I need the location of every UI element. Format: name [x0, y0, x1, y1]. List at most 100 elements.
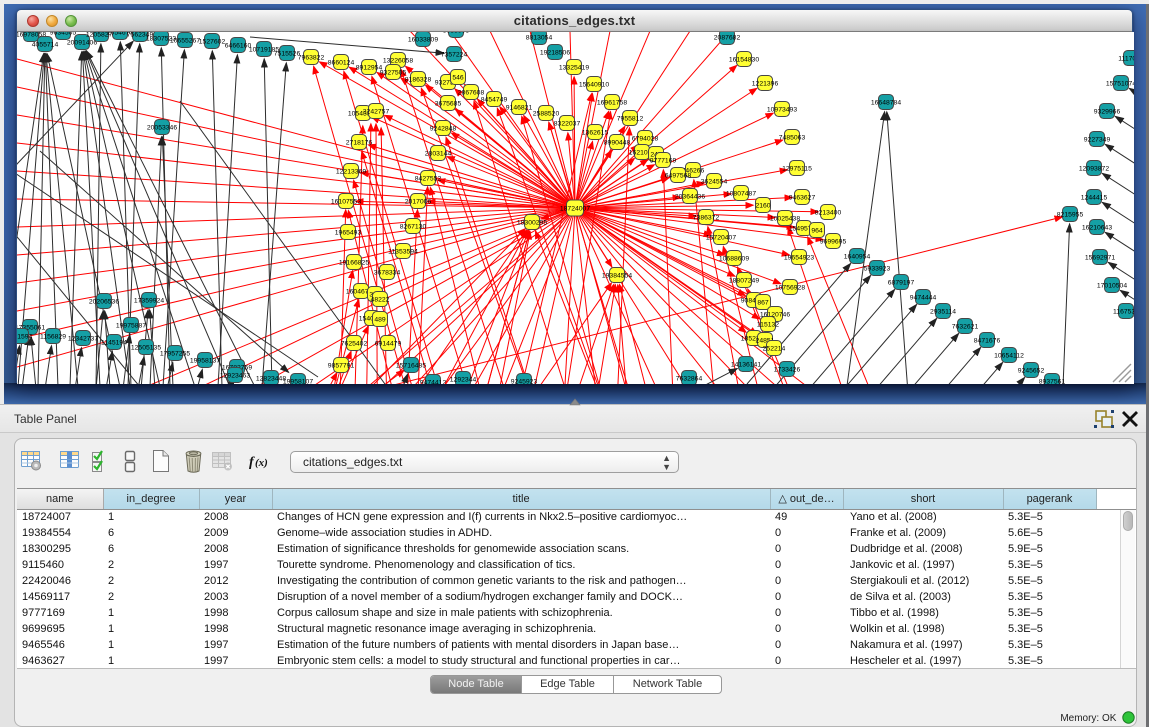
svg-text:(x): (x): [255, 457, 268, 469]
svg-text:20206536: 20206536: [89, 298, 119, 305]
svg-text:15716485: 15716485: [396, 362, 426, 369]
svg-text:9227349: 9227349: [1084, 136, 1111, 143]
svg-text:7632864: 7632864: [676, 375, 703, 382]
svg-text:12823448: 12823448: [256, 375, 286, 382]
svg-text:1640954: 1640954: [844, 253, 871, 260]
svg-text:8215955: 8215955: [1057, 211, 1084, 218]
svg-text:18300295: 18300295: [517, 219, 547, 226]
svg-text:2718176: 2718176: [346, 139, 373, 146]
svg-text:8912954: 8912954: [356, 64, 383, 71]
svg-text:9146821: 9146821: [506, 104, 533, 111]
svg-text:1145194: 1145194: [101, 339, 127, 346]
svg-text:20091406: 20091406: [67, 39, 97, 46]
svg-text:7485063: 7485063: [779, 134, 806, 141]
svg-text:8186328: 8186328: [405, 76, 432, 83]
svg-text:9245923: 9245923: [511, 378, 538, 384]
svg-text:12342737: 12342737: [68, 335, 98, 342]
svg-text:10654112: 10654112: [994, 352, 1024, 359]
svg-text:5933923: 5933923: [864, 265, 891, 272]
svg-text:19218506: 19218506: [540, 49, 570, 56]
svg-text:10655267: 10655267: [170, 37, 200, 44]
svg-text:20364436: 20364436: [675, 193, 705, 200]
svg-text:2867608: 2867608: [458, 89, 485, 96]
svg-text:15720407: 15720407: [706, 234, 736, 241]
svg-text:48222: 48222: [371, 296, 390, 303]
svg-text:19384554: 19384554: [602, 272, 632, 279]
svg-text:964: 964: [811, 227, 823, 234]
svg-text:9699695: 9699695: [820, 238, 847, 245]
svg-text:6794028: 6794028: [632, 135, 659, 142]
svg-text:1117094: 1117094: [1118, 55, 1134, 62]
svg-text:7515526: 7515526: [274, 50, 301, 57]
svg-text:17359924: 17359924: [134, 297, 164, 304]
svg-text:13226058: 13226058: [383, 57, 413, 64]
svg-text:6497568: 6497568: [665, 172, 692, 179]
svg-text:2242757: 2242757: [363, 108, 390, 115]
svg-text:1733426: 1733426: [774, 366, 801, 373]
svg-text:19975887: 19975887: [116, 322, 146, 329]
svg-text:546: 546: [452, 74, 464, 81]
svg-text:15692971: 15692971: [1085, 254, 1115, 261]
svg-text:11353594: 11353594: [388, 248, 418, 255]
svg-text:115132: 115132: [757, 321, 779, 328]
svg-text:9777169: 9777169: [650, 157, 677, 164]
svg-text:1965493: 1965493: [335, 229, 362, 236]
svg-text:7625402: 7625402: [341, 340, 368, 347]
svg-text:10688609: 10688609: [719, 255, 749, 262]
svg-text:6914479: 6914479: [375, 340, 402, 347]
svg-text:17957255: 17957255: [160, 350, 190, 357]
svg-text:7632621: 7632621: [952, 323, 979, 330]
svg-text:13325419: 13325419: [559, 64, 589, 71]
svg-text:1156829: 1156829: [40, 333, 66, 340]
svg-text:1244415: 1244415: [1081, 194, 1108, 201]
svg-text:15640910: 15640910: [579, 81, 609, 88]
svg-text:2588520: 2588520: [533, 110, 560, 117]
svg-text:3678334: 3678334: [374, 269, 401, 276]
svg-text:9474444: 9474444: [910, 294, 937, 301]
svg-text:9474412: 9474412: [420, 379, 447, 384]
svg-text:6466160: 6466160: [225, 42, 252, 49]
svg-text:489: 489: [374, 316, 386, 323]
svg-text:12213369: 12213369: [336, 168, 366, 175]
svg-text:3675685: 3675685: [435, 100, 462, 107]
svg-text:9242848: 9242848: [430, 125, 457, 132]
svg-text:16107553: 16107553: [331, 198, 361, 205]
svg-text:9634505: 9634505: [50, 32, 77, 36]
svg-text:8937561: 8937561: [1039, 378, 1066, 384]
svg-text:12923463: 12923463: [220, 372, 250, 379]
svg-text:1167534: 1167534: [1113, 308, 1134, 315]
svg-text:10756928: 10756928: [775, 284, 805, 291]
svg-text:867: 867: [757, 299, 769, 306]
svg-text:20053346: 20053346: [147, 124, 177, 131]
svg-text:9463627: 9463627: [789, 194, 816, 201]
svg-text:8267130: 8267130: [400, 223, 427, 230]
svg-text:12975115: 12975115: [782, 165, 812, 172]
svg-text:8660124: 8660124: [328, 59, 355, 66]
svg-text:7963822: 7963822: [298, 54, 325, 61]
svg-text:16210643: 16210643: [1082, 224, 1112, 231]
svg-text:8990448: 8990448: [604, 139, 631, 146]
svg-text:391594: 391594: [17, 333, 33, 340]
svg-text:16961758: 16961758: [597, 99, 627, 106]
svg-text:19958137: 19958137: [190, 357, 220, 364]
svg-text:8958905: 8958905: [443, 32, 470, 34]
svg-text:2803144: 2803144: [425, 150, 452, 157]
svg-text:8213400: 8213400: [815, 209, 842, 216]
svg-text:10973493: 10973493: [767, 106, 797, 113]
svg-text:14136141: 14136141: [731, 361, 761, 368]
svg-text:10807487: 10807487: [726, 190, 756, 197]
svg-text:2160: 2160: [755, 202, 770, 209]
svg-text:8813054: 8813054: [526, 34, 553, 41]
svg-text:7357224: 7357224: [441, 51, 468, 58]
svg-text:9327505: 9327505: [380, 69, 407, 76]
svg-text:1292344: 1292344: [450, 376, 477, 383]
svg-text:4055714: 4055714: [32, 41, 59, 48]
svg-text:1221396: 1221396: [752, 80, 779, 87]
svg-text:18807249: 18807249: [729, 277, 759, 284]
svg-text:15751074: 15751074: [1106, 80, 1134, 87]
svg-text:19654923: 19654923: [784, 254, 814, 261]
svg-text:2017006: 2017006: [405, 198, 432, 205]
svg-text:9857791: 9857791: [328, 362, 355, 369]
svg-text:1362615: 1362615: [582, 129, 609, 136]
svg-text:2935114: 2935114: [930, 308, 956, 315]
